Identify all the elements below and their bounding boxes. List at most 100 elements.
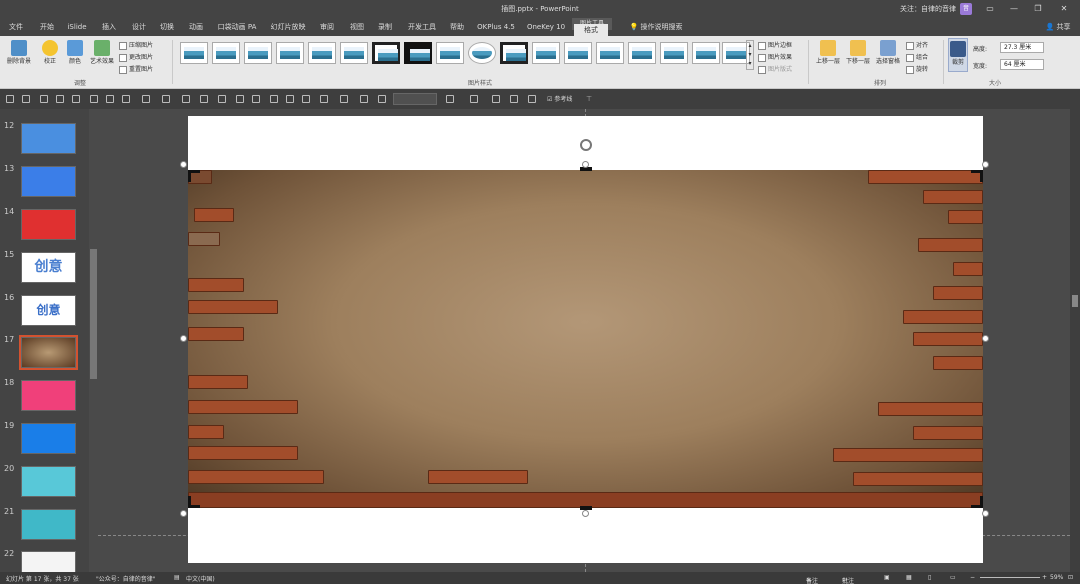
- guides-toggle[interactable]: ☑ 参考线: [547, 94, 572, 103]
- tell-me-search[interactable]: 💡 操作说明搜索: [616, 18, 696, 36]
- tab-file[interactable]: 文件: [4, 18, 28, 36]
- zoom-slider[interactable]: [980, 577, 1040, 578]
- slide-thumbnail[interactable]: [21, 209, 76, 240]
- tab-okplus[interactable]: OKPlus 4.5: [474, 18, 518, 36]
- picture-style-16[interactable]: [660, 42, 688, 64]
- send-backward-button[interactable]: 下移一层: [844, 40, 872, 65]
- numbering-icon[interactable]: [470, 95, 478, 103]
- customize-icon[interactable]: ⊤: [586, 95, 594, 103]
- spelling-icon[interactable]: ▤: [174, 574, 180, 581]
- redo-icon[interactable]: [40, 95, 48, 103]
- picture-style-12[interactable]: [532, 42, 560, 64]
- slide-thumbnail[interactable]: [21, 423, 76, 454]
- picture-layout-button[interactable]: 图片版式: [758, 64, 792, 74]
- width-field[interactable]: 64 厘米: [1000, 59, 1044, 70]
- picture-style-7[interactable]: [372, 42, 400, 64]
- artistic-effects-button[interactable]: 艺术效果: [88, 40, 116, 65]
- resize-handle-bottom-left[interactable]: [180, 510, 187, 517]
- language-status[interactable]: 中文(中国): [186, 574, 215, 583]
- fill-icon[interactable]: [218, 95, 226, 103]
- group-button[interactable]: 组合: [906, 52, 928, 62]
- text-a-icon[interactable]: [378, 95, 386, 103]
- resize-handle-right[interactable]: [982, 335, 989, 342]
- tab-home[interactable]: 开始: [34, 18, 60, 36]
- effects-tool-icon[interactable]: [528, 95, 536, 103]
- change-picture-button[interactable]: 更改图片: [119, 52, 153, 62]
- slideshow-icon[interactable]: ▭: [950, 574, 956, 581]
- tab-islide[interactable]: iSlide: [64, 18, 90, 36]
- picture-style-4[interactable]: [276, 42, 304, 64]
- avatar[interactable]: 音: [960, 3, 972, 15]
- font-color-icon[interactable]: [340, 95, 348, 103]
- tab-view[interactable]: 视图: [344, 18, 370, 36]
- tab-transitions[interactable]: 切换: [154, 18, 180, 36]
- slide-icon[interactable]: [320, 95, 328, 103]
- close-icon[interactable]: ✕: [1058, 3, 1070, 15]
- slide-thumbnail[interactable]: [21, 380, 76, 411]
- slide-thumbnail[interactable]: [21, 166, 76, 197]
- picture-style-17[interactable]: [692, 42, 720, 64]
- reset-picture-button[interactable]: 重置图片: [119, 64, 153, 74]
- bullets-icon[interactable]: [446, 95, 454, 103]
- crop-handle-top-right[interactable]: [971, 170, 983, 182]
- fit-to-window-icon[interactable]: ⊡: [1068, 574, 1073, 581]
- account-name[interactable]: 关注：自律的音律: [900, 4, 956, 14]
- resize-handle-top[interactable]: [582, 161, 589, 168]
- picture-style-1[interactable]: [180, 42, 208, 64]
- resize-handle-top-left[interactable]: [180, 161, 187, 168]
- slide-thumbnail[interactable]: [21, 123, 76, 154]
- crop-handle-top-left[interactable]: [188, 170, 200, 182]
- group-tool-icon[interactable]: [162, 95, 170, 103]
- share-button[interactable]: 👤 共享: [1040, 18, 1076, 36]
- resize-handle-bottom[interactable]: [582, 510, 589, 517]
- undo-icon[interactable]: [22, 95, 30, 103]
- crop-handle-bottom-right[interactable]: [971, 496, 983, 508]
- tab-design[interactable]: 设计: [126, 18, 152, 36]
- bring-forward-button[interactable]: 上移一层: [814, 40, 842, 65]
- slide-thumbnail[interactable]: 创意: [21, 252, 76, 283]
- picture-style-6[interactable]: [340, 42, 368, 64]
- height-field[interactable]: 27.3 厘米: [1000, 42, 1044, 53]
- slide-thumbnail[interactable]: [21, 509, 76, 540]
- resize-handle-left[interactable]: [180, 335, 187, 342]
- resize-handle-bottom-right[interactable]: [982, 510, 989, 517]
- slide-thumbnail[interactable]: 创意: [21, 295, 76, 326]
- selection-pane-button[interactable]: 选择窗格: [874, 40, 902, 65]
- reading-view-icon[interactable]: ▯: [928, 574, 931, 581]
- zoom-out-icon[interactable]: −: [970, 574, 975, 581]
- tab-record[interactable]: 录制: [372, 18, 398, 36]
- slide-thumbnail[interactable]: [21, 466, 76, 497]
- slide-thumbnail-selected[interactable]: [19, 335, 78, 370]
- format-painter-icon[interactable]: [56, 95, 64, 103]
- tab-pocket-animation[interactable]: 口袋动画 PA: [214, 18, 260, 36]
- picture-style-10[interactable]: [468, 42, 496, 64]
- arrange-icon[interactable]: [510, 95, 518, 103]
- color-button[interactable]: 颜色: [64, 40, 86, 65]
- picture-style-5[interactable]: [308, 42, 336, 64]
- copy-icon[interactable]: [72, 95, 80, 103]
- shape-outline-icon[interactable]: [252, 95, 260, 103]
- compress-pictures-button[interactable]: 压缩图片: [119, 40, 153, 50]
- picture-style-13[interactable]: [564, 42, 592, 64]
- table-icon[interactable]: [302, 95, 310, 103]
- picture-icon[interactable]: [106, 95, 114, 103]
- rotate-tool-icon[interactable]: [492, 95, 500, 103]
- picture-style-2[interactable]: [212, 42, 240, 64]
- tab-onekey[interactable]: OneKey 10: [522, 18, 570, 36]
- normal-view-icon[interactable]: ▣: [884, 574, 890, 581]
- picture-style-11[interactable]: [500, 42, 528, 64]
- picture-style-9[interactable]: [436, 42, 464, 64]
- crop-button[interactable]: 裁剪: [948, 38, 968, 72]
- brick-wall-picture[interactable]: [188, 170, 983, 508]
- align-tool-icon[interactable]: [122, 95, 130, 103]
- picture-style-3[interactable]: [244, 42, 272, 64]
- tab-slideshow[interactable]: 幻灯片放映: [266, 18, 310, 36]
- eyedropper-icon[interactable]: [236, 95, 244, 103]
- editor-scrollbar[interactable]: [1070, 109, 1080, 572]
- scrollbar-thumb[interactable]: [90, 249, 97, 379]
- rotate-handle-icon[interactable]: [580, 139, 592, 151]
- picture-style-15[interactable]: [628, 42, 656, 64]
- line-color-icon[interactable]: [360, 95, 368, 103]
- slide-sorter-icon[interactable]: ▦: [906, 574, 912, 581]
- minimize-icon[interactable]: —: [1008, 3, 1020, 15]
